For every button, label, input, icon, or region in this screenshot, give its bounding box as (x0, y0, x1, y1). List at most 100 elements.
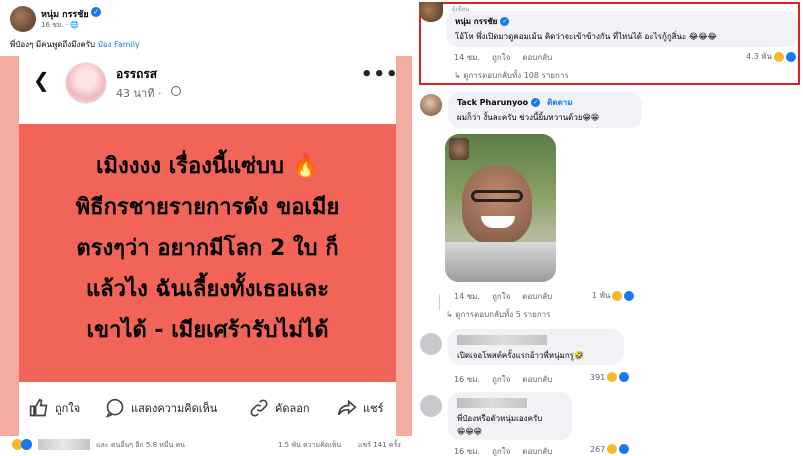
reaction-count: 1 พัน (592, 291, 611, 300)
share-label: แชร์ (363, 402, 384, 415)
headline-text: เมิงงงง เรื่องนี้แซ่บบ 🔥 พิธีกรชายรายการ… (19, 124, 396, 351)
haha-reaction-icon (774, 51, 785, 62)
author-avatar[interactable] (10, 6, 36, 32)
like-reaction-icon (619, 372, 630, 382)
page-avatar (65, 62, 107, 104)
commenter-avatar[interactable] (420, 395, 442, 417)
photo-glasses (471, 190, 523, 202)
caption-text: พี่ป๋องๆ มีคนพูดถึงมึงครับ (10, 40, 98, 49)
commenter-avatar[interactable] (420, 94, 442, 116)
comment-bubble-icon (105, 398, 124, 418)
comment-reply-button[interactable]: ตอบกลับ (522, 290, 552, 303)
haha-reaction-icon (612, 290, 623, 301)
thumbs-up-icon (29, 398, 48, 417)
page-post-time: 43 นาที · (116, 87, 162, 100)
post-caption: พี่ป๋องๆ มีคนพูดถึงมึงครับ ป๋อง Family (10, 38, 140, 51)
commenter-avatar[interactable] (419, 2, 443, 22)
view-replies-link[interactable]: ↳ ดูการตอบกลับทั้ง 108 รายการ (454, 69, 569, 82)
shared-post-screenshot[interactable]: ❮ อรรถรส 43 นาที · ••• เมิงงงง เรื่องนี้… (19, 56, 399, 436)
copy-action: คัดลอก (249, 398, 310, 418)
author-name[interactable]: หนุ่ม กรรชัย (41, 7, 89, 21)
post-panel: หนุ่ม กรรชัย ✓ 16 ชม. · 🌐 พี่ป๋องๆ มีคนพ… (0, 0, 412, 456)
comment-meta: 16 ชม. ถูกใจ ตอบกลับ (454, 445, 552, 456)
video-call-pip (449, 138, 469, 160)
follow-button[interactable]: ติดตาม (547, 96, 572, 109)
comments-panel: ผู้เขียน หนุ่ม กรรชัย ✓ โอ้โห พึ่งเปิดมา… (412, 0, 803, 456)
comment-text: ผมก็ว่า งั้นละครับ ช่วงนี้ยิ้มหวานด้วย😁😁 (457, 113, 600, 122)
comment-meta: 16 ชม. ถูกใจ ตอบกลับ (454, 373, 552, 386)
comment-like-button[interactable]: ถูกใจ (492, 290, 510, 303)
blurred-name (457, 335, 547, 345)
comment-action: แสดงความคิดเห็น (105, 398, 217, 418)
headline-line: เมิงงงง เรื่องนี้แซ่บบ 🔥 (95, 154, 320, 179)
comment-reactions[interactable]: 4.3 พัน (746, 50, 797, 63)
copy-label: คัดลอก (275, 402, 310, 415)
action-bar: ถูกใจ แสดงความคิดเห็น คัดลอก แชร์ (19, 396, 396, 420)
comment-text: พี่ป๋องหรือตัวหนุ่มเองครับ (457, 414, 543, 423)
share-count[interactable]: แชร์ 141 ครั้ง (358, 440, 401, 451)
post-stats-bar: และ คนอื่นๆ อีก 5.8 หมื่น คน 1.5 พัน ควา… (0, 436, 412, 456)
commenter-avatar[interactable] (420, 333, 442, 355)
comment-text: เปิดเจอโพสต์ครั้งแรกอ้าวพี่หนุ่มกรู🤣 (457, 351, 584, 360)
comment-reactions[interactable]: 391 (590, 372, 630, 382)
view-replies-text: ดูการตอบกลับทั้ง 5 รายการ (455, 310, 551, 319)
comment-author: หนุ่ม กรรชัย ✓ (455, 15, 789, 28)
like-reaction-icon (619, 444, 630, 454)
page-name: อรรถรส (116, 67, 158, 81)
caption-tag-link[interactable]: ป๋อง Family (98, 40, 140, 49)
reaction-count: 4.3 พัน (746, 52, 773, 61)
back-arrow-icon: ❮ (33, 68, 50, 92)
headline-line: ตรงๆว่า อยากมีโลก 2 ใบ ก็ (76, 236, 339, 261)
comment-bubble: เปิดเจอโพสต์ครั้งแรกอ้าวพี่หนุ่มกรู🤣 (448, 329, 624, 365)
comment-text: โอ้โห พึ่งเปิดมาดูคอมเม้น คิดว่าจะเข้าข้… (455, 32, 717, 41)
comment-reply-button[interactable]: ตอบกลับ (522, 51, 552, 64)
reply-arrow-icon: ↳ (446, 310, 456, 319)
comment-reactions[interactable]: 267 (590, 444, 630, 454)
comment-author-name[interactable]: Tack Pharunyoo (457, 98, 528, 107)
share-action: แชร์ (337, 398, 383, 418)
comment-count[interactable]: 1.5 พัน ความคิดเห็น (278, 440, 341, 451)
headline-card: เมิงงงง เรื่องนี้แซ่บบ 🔥 พิธีกรชายรายการ… (19, 124, 396, 382)
comment-reply-button[interactable]: ตอบกลับ (522, 445, 552, 456)
view-replies-text: ดูการตอบกลับทั้ง 108 รายการ (463, 71, 569, 80)
comment-attached-image[interactable] (445, 134, 556, 282)
globe-small-icon: 🌐 (70, 21, 80, 29)
comment-bubble: Tack Pharunyoo ✓ ติดตาม ผมก็ว่า งั้นละคร… (448, 92, 642, 128)
comment-reactions[interactable]: 1 พัน (592, 289, 635, 302)
comment-author-name[interactable]: หนุ่ม กรรชัย (455, 15, 497, 28)
comment-label: แสดงความคิดเห็น (131, 402, 218, 415)
comment-like-button[interactable]: ถูกใจ (492, 373, 510, 386)
photo-face (462, 166, 532, 244)
comment-time[interactable]: 16 ชม. (454, 445, 480, 456)
view-replies-link[interactable]: ↳ ดูการตอบกลับทั้ง 5 รายการ (446, 308, 550, 321)
thread-line (439, 294, 440, 310)
headline-line: พิธีกรชายรายการดัง ขอเมีย (75, 195, 340, 220)
blurred-name (38, 439, 90, 450)
comment-like-button[interactable]: ถูกใจ (492, 51, 510, 64)
like-action: ถูกใจ (29, 398, 80, 418)
comment-author: Tack Pharunyoo ✓ ติดตาม (457, 96, 633, 109)
globe-icon (171, 86, 181, 96)
comment-time[interactable]: 14 ชม. (454, 290, 480, 303)
comment-reply-button[interactable]: ตอบกลับ (522, 373, 552, 386)
comment-time[interactable]: 16 ชม. (454, 373, 480, 386)
comment-bubble: พี่ป๋องหรือตัวหนุ่มเองครับ 😁😁😁 (448, 392, 572, 440)
more-options-icon: ••• (361, 64, 399, 85)
like-reaction-icon[interactable] (21, 439, 32, 450)
share-arrow-icon (337, 399, 357, 416)
haha-reaction-icon (607, 372, 618, 382)
comment-time[interactable]: 14 ชม. (454, 51, 480, 64)
reaction-count: 267 (590, 444, 606, 454)
like-reaction-icon (624, 290, 635, 301)
comment-meta: 14 ชม. ถูกใจ ตอบกลับ (454, 290, 552, 303)
like-reaction-icon (786, 51, 797, 62)
comment-meta: 14 ชม. ถูกใจ ตอบกลับ (454, 51, 552, 64)
blurred-name (457, 398, 527, 408)
comment-like-button[interactable]: ถูกใจ (492, 445, 510, 456)
post-time: 16 ชม. · 🌐 (41, 20, 79, 31)
headline-line: แล้วไง ฉันเลี้ยงทั้งเธอและ (85, 277, 330, 302)
post-time-text: 16 ชม. · (41, 21, 71, 29)
verified-badge-icon: ✓ (531, 98, 541, 107)
reaction-summary[interactable]: และ คนอื่นๆ อีก 5.8 หมื่น คน (96, 440, 185, 451)
reaction-count: 391 (590, 372, 606, 382)
